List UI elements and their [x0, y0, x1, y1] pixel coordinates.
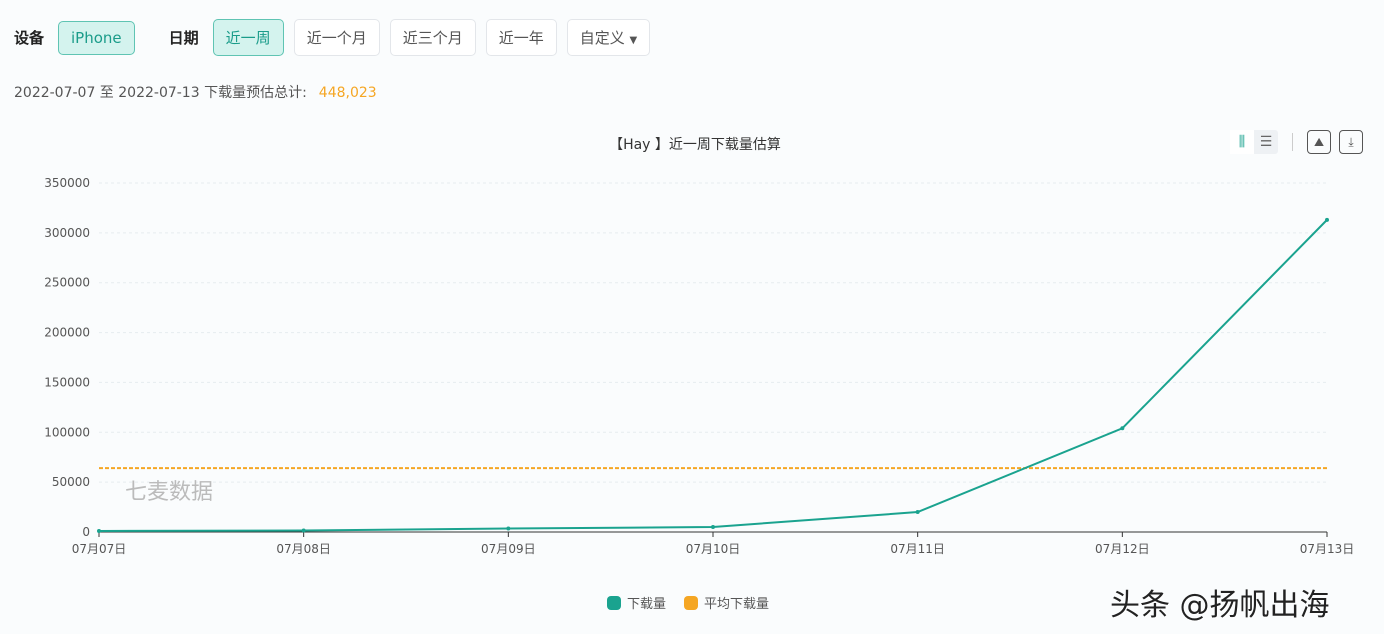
x-tick-label: 07月08日 — [276, 542, 331, 556]
y-tick-label: 350000 — [44, 176, 90, 190]
data-point — [1120, 426, 1125, 431]
legend-label: 平均下载量 — [704, 597, 769, 612]
y-tick-label: 0 — [82, 525, 90, 539]
y-tick-label: 100000 — [44, 425, 90, 439]
watermark: 头条 @扬帆出海 — [1110, 588, 1330, 623]
data-point — [301, 528, 306, 533]
x-tick-label: 07月10日 — [686, 542, 741, 556]
x-tick-label: 07月13日 — [1300, 542, 1355, 556]
series-line — [98, 219, 1328, 533]
legend-swatch — [607, 596, 621, 610]
x-tick-label: 07月12日 — [1095, 542, 1150, 556]
data-point — [915, 510, 920, 515]
x-tick-label: 07月07日 — [72, 542, 127, 556]
line-chart: 0 50000 100000 150000 200000 250000 300000 3500… — [44, 176, 1355, 612]
y-tick-label: 150000 — [44, 375, 90, 389]
data-point — [1325, 217, 1329, 222]
watermark-qimai: 七麦数据 — [125, 480, 214, 505]
y-tick-label: 300000 — [44, 226, 90, 240]
data-point — [711, 525, 715, 530]
y-tick-label: 50000 — [52, 475, 90, 489]
y-tick-label: 200000 — [44, 326, 90, 340]
y-tick-label: 250000 — [44, 276, 90, 290]
legend-label: 下载量 — [627, 597, 666, 612]
x-tick-label: 07月09日 — [481, 542, 536, 556]
legend-swatch — [684, 596, 698, 610]
x-tick-label: 07月11日 — [890, 542, 945, 556]
data-point — [506, 526, 511, 531]
data-point — [97, 529, 101, 534]
